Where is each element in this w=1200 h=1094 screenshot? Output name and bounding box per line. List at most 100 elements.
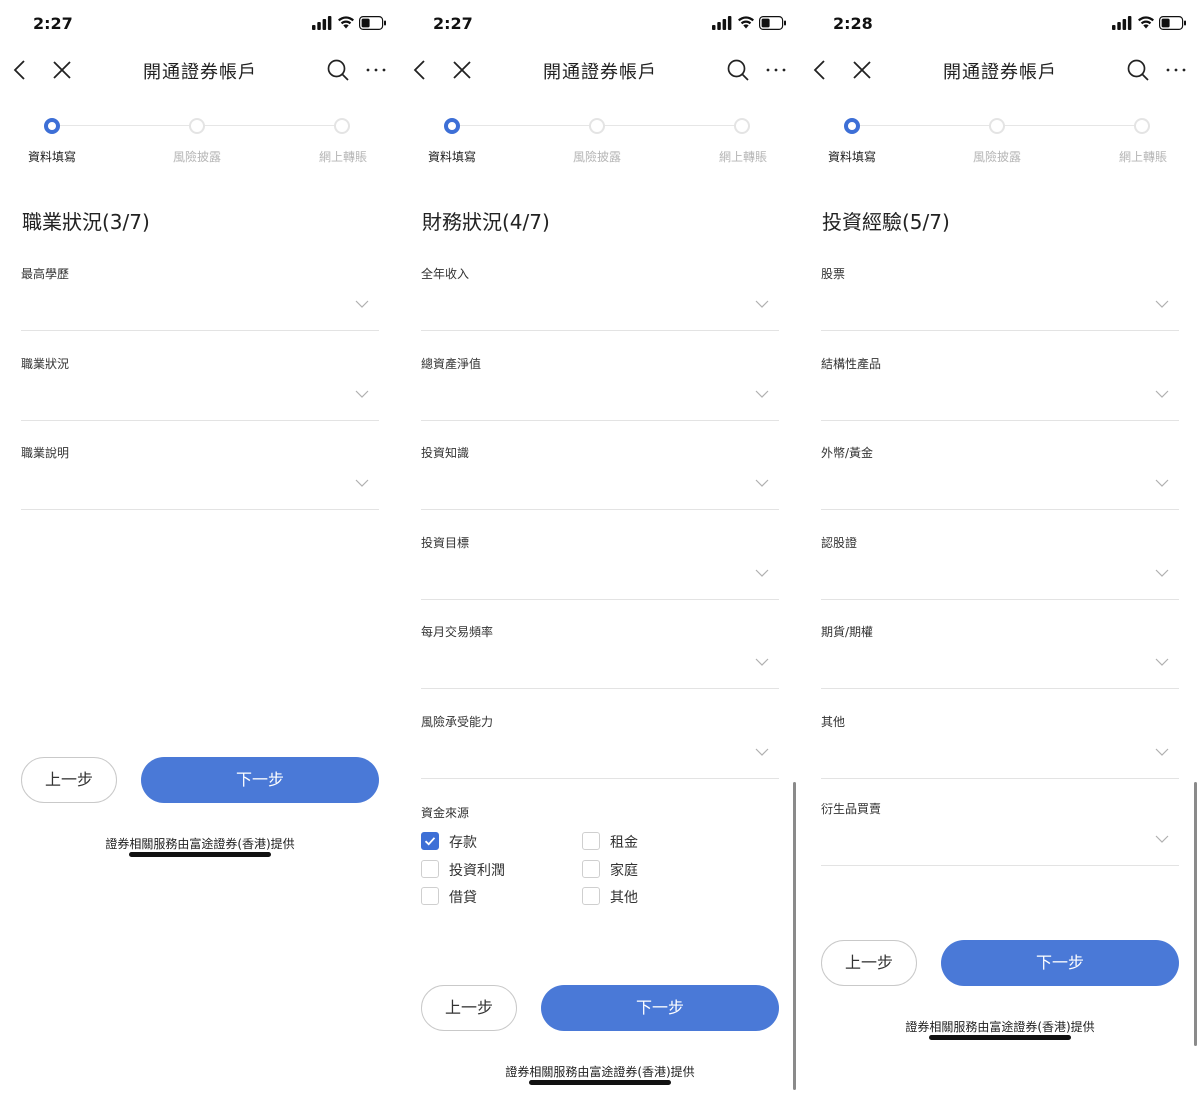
step-dot: [989, 118, 1005, 134]
dropdown-futures-options[interactable]: 期貨/期權: [821, 623, 1179, 689]
chevron-down-icon: [1155, 835, 1169, 843]
status-bar: 2:27: [0, 0, 400, 48]
chevron-down-icon: [1155, 569, 1169, 577]
field-label: 期貨/期權: [821, 625, 874, 639]
step-dot: [334, 118, 350, 134]
field-label: 外幣/黃金: [821, 446, 874, 460]
more-options-icon[interactable]: [764, 58, 788, 82]
next-step-button[interactable]: 下一步: [141, 757, 379, 803]
search-icon[interactable]: [726, 58, 750, 82]
scrollbar[interactable]: [1194, 782, 1197, 1046]
field-label: 職業說明: [21, 446, 70, 460]
dropdown-structured-products[interactable]: 結構性產品: [821, 355, 1179, 421]
nav-bar: 開通證券帳戶: [400, 48, 800, 92]
checkbox-box[interactable]: [582, 860, 600, 878]
checkbox-box-checked[interactable]: [421, 832, 439, 850]
section-title: 職業狀況(3/7): [22, 210, 150, 234]
screen-occupation: 2:27 開通證券帳戶 資料填寫 風險披露 網上轉賬 職業狀況(3/7) 最高學…: [0, 0, 400, 1094]
status-time: 2:27: [33, 14, 73, 33]
chevron-down-icon: [755, 748, 769, 756]
checkbox-box[interactable]: [582, 832, 600, 850]
dropdown-risk-tolerance[interactable]: 風險承受能力: [421, 713, 779, 779]
step-dot: [734, 118, 750, 134]
dropdown-investment-objective[interactable]: 投資目標: [421, 534, 779, 600]
more-options-icon[interactable]: [1164, 58, 1188, 82]
chevron-down-icon: [355, 479, 369, 487]
footer-provider-text: 證券相關服務由富途證券(香港)提供: [905, 1020, 1095, 1034]
dropdown-forex-gold[interactable]: 外幣/黃金: [821, 444, 1179, 510]
step-label-risk-disclosure: 風險披露: [972, 150, 1021, 164]
chevron-down-icon: [1155, 390, 1169, 398]
step-label-online-transfer: 網上轉賬: [1118, 150, 1167, 164]
dropdown-net-assets[interactable]: 總資產淨值: [421, 355, 779, 421]
previous-step-button[interactable]: 上一步: [21, 757, 117, 803]
chevron-down-icon: [755, 390, 769, 398]
battery-icon: [759, 16, 786, 30]
dropdown-annual-income[interactable]: 全年收入: [421, 265, 779, 331]
checkbox-family[interactable]: 家庭: [582, 860, 702, 879]
step-label-fill-info: 資料填寫: [427, 150, 476, 164]
dropdown-occupation-description[interactable]: 職業說明: [21, 444, 379, 510]
field-label: 其他: [821, 715, 846, 729]
search-icon[interactable]: [1126, 58, 1150, 82]
chevron-down-icon: [1155, 658, 1169, 666]
home-indicator[interactable]: [929, 1035, 1071, 1040]
home-indicator[interactable]: [129, 852, 271, 857]
checkbox-deposit[interactable]: 存款: [421, 832, 541, 851]
dropdown-stocks[interactable]: 股票: [821, 265, 1179, 331]
dropdown-employment-status[interactable]: 職業狀況: [21, 355, 379, 421]
scrollbar[interactable]: [793, 782, 796, 1090]
step-label-risk-disclosure: 風險披露: [572, 150, 621, 164]
chevron-down-icon: [355, 390, 369, 398]
field-label: 投資目標: [421, 536, 470, 550]
funds-source-label: 資金來源: [421, 806, 470, 820]
checkbox-box[interactable]: [582, 887, 600, 905]
field-label: 股票: [821, 267, 846, 281]
step-label-risk-disclosure: 風險披露: [172, 150, 221, 164]
footer-provider-text: 證券相關服務由富途證券(香港)提供: [105, 837, 295, 851]
previous-step-button[interactable]: 上一步: [821, 940, 917, 986]
checkbox-other[interactable]: 其他: [582, 887, 702, 906]
checkbox-loan[interactable]: 借貸: [421, 887, 541, 906]
next-step-button[interactable]: 下一步: [541, 985, 779, 1031]
checkbox-box[interactable]: [421, 860, 439, 878]
step-dot-active: [44, 118, 60, 134]
wifi-icon: [1138, 16, 1154, 29]
dropdown-education[interactable]: 最高學歷: [21, 265, 379, 331]
dropdown-derivatives-trading[interactable]: 衍生品買賣: [821, 800, 1179, 866]
checkbox-investment-profit[interactable]: 投資利潤: [421, 860, 541, 879]
checkbox-label: 存款: [449, 835, 477, 851]
field-label: 風險承受能力: [421, 715, 494, 729]
previous-step-button[interactable]: 上一步: [421, 985, 517, 1031]
field-label: 最高學歷: [21, 267, 70, 281]
next-step-button[interactable]: 下一步: [941, 940, 1179, 986]
step-label-online-transfer: 網上轉賬: [718, 150, 767, 164]
checkbox-rent[interactable]: 租金: [582, 832, 702, 851]
status-icons: [312, 15, 388, 31]
home-indicator[interactable]: [529, 1080, 671, 1085]
dropdown-warrants[interactable]: 認股證: [821, 534, 1179, 600]
checkbox-label: 其他: [610, 890, 638, 906]
chevron-down-icon: [355, 300, 369, 308]
more-options-icon[interactable]: [364, 58, 388, 82]
dropdown-monthly-trade-frequency[interactable]: 每月交易頻率: [421, 623, 779, 689]
checkbox-label: 租金: [610, 835, 638, 851]
field-label: 職業狀況: [21, 357, 70, 371]
field-label: 總資產淨值: [421, 357, 482, 371]
status-icons: [1112, 15, 1188, 31]
checkbox-box[interactable]: [421, 887, 439, 905]
battery-icon: [1159, 16, 1186, 30]
chevron-down-icon: [1155, 300, 1169, 308]
status-icons: [712, 15, 788, 31]
status-bar: 2:27: [400, 0, 800, 48]
search-icon[interactable]: [326, 58, 350, 82]
checkbox-label: 借貸: [449, 890, 477, 906]
wifi-icon: [738, 16, 754, 29]
step-dot: [1134, 118, 1150, 134]
dropdown-other[interactable]: 其他: [821, 713, 1179, 779]
status-time: 2:28: [833, 14, 873, 33]
dropdown-investment-knowledge[interactable]: 投資知識: [421, 444, 779, 510]
chevron-down-icon: [755, 658, 769, 666]
step-label-online-transfer: 網上轉賬: [318, 150, 367, 164]
progress-stepper: 資料填寫 風險披露 網上轉賬: [400, 114, 800, 174]
